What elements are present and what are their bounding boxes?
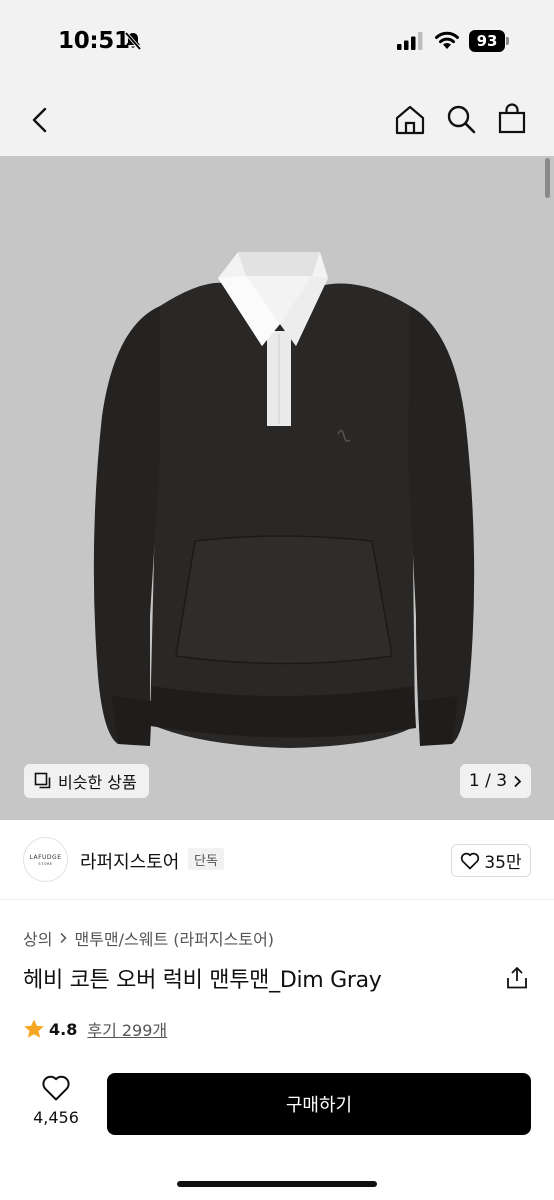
rating-row: 4.8 후기 299개 xyxy=(23,1017,167,1041)
buy-button[interactable]: 구매하기 xyxy=(107,1073,531,1135)
breadcrumb-subcategory[interactable]: 맨투맨/스웨트 (라퍼지스토어) xyxy=(74,926,274,950)
buy-button-label: 구매하기 xyxy=(285,1095,353,1116)
pager-text: 1 / 3 xyxy=(468,771,508,791)
battery-indicator: 93 xyxy=(469,30,505,52)
store-like-button[interactable]: 35만 xyxy=(451,844,531,877)
store-like-count: 35만 xyxy=(484,853,522,873)
similar-items-icon xyxy=(34,772,51,789)
battery-level: 93 xyxy=(476,32,498,50)
scroll-indicator xyxy=(545,158,550,198)
reviews-link[interactable]: 후기 299개 xyxy=(87,1017,167,1041)
battery-tip xyxy=(506,37,509,45)
home-icon[interactable] xyxy=(394,104,426,136)
exclusive-badge: 단독 xyxy=(188,848,224,870)
cellular-signal-icon xyxy=(397,32,423,50)
heart-icon xyxy=(461,852,480,869)
store-logo-text: LAFUDGE xyxy=(29,853,62,861)
heart-icon xyxy=(42,1075,70,1101)
rating-value: 4.8 xyxy=(49,1019,78,1039)
shopping-bag-icon[interactable] xyxy=(497,102,527,134)
chevron-right-icon xyxy=(514,775,522,787)
breadcrumb-category[interactable]: 상의 xyxy=(23,926,52,950)
similar-products-label: 비슷한 상품 xyxy=(58,773,137,792)
image-pager[interactable]: 1 / 3 xyxy=(460,764,531,798)
store-logo[interactable]: LAFUDGE STORE xyxy=(23,837,68,882)
product-image[interactable]: 비슷한 상품 1 / 3 xyxy=(0,156,554,820)
store-logo-subtext: STORE xyxy=(38,861,53,866)
chevron-left-icon[interactable] xyxy=(28,106,52,134)
chevron-right-icon xyxy=(60,932,68,944)
star-icon xyxy=(24,1019,44,1038)
product-title: 헤비 코튼 오버 럭비 맨투맨_Dim Gray xyxy=(23,968,382,993)
wifi-icon xyxy=(435,31,459,49)
store-name[interactable]: 라퍼지스토어 xyxy=(80,848,179,874)
search-icon[interactable] xyxy=(446,104,476,134)
wishlist-button[interactable]: 4,456 xyxy=(24,1074,88,1134)
status-time: 10:51 xyxy=(58,28,130,54)
sweatshirt-image xyxy=(93,252,475,748)
home-indicator xyxy=(177,1181,377,1187)
store-row[interactable]: LAFUDGE STORE 라퍼지스토어 단독 35만 xyxy=(0,820,554,900)
wishlist-count: 4,456 xyxy=(33,1108,79,1127)
bell-off-icon xyxy=(124,31,142,51)
breadcrumb: 상의 맨투맨/스웨트 (라퍼지스토어) xyxy=(23,926,274,950)
nav-bar xyxy=(0,84,554,156)
similar-products-button[interactable]: 비슷한 상품 xyxy=(24,764,149,798)
status-bar: 10:51 93 xyxy=(0,0,554,84)
share-icon[interactable] xyxy=(506,966,528,990)
